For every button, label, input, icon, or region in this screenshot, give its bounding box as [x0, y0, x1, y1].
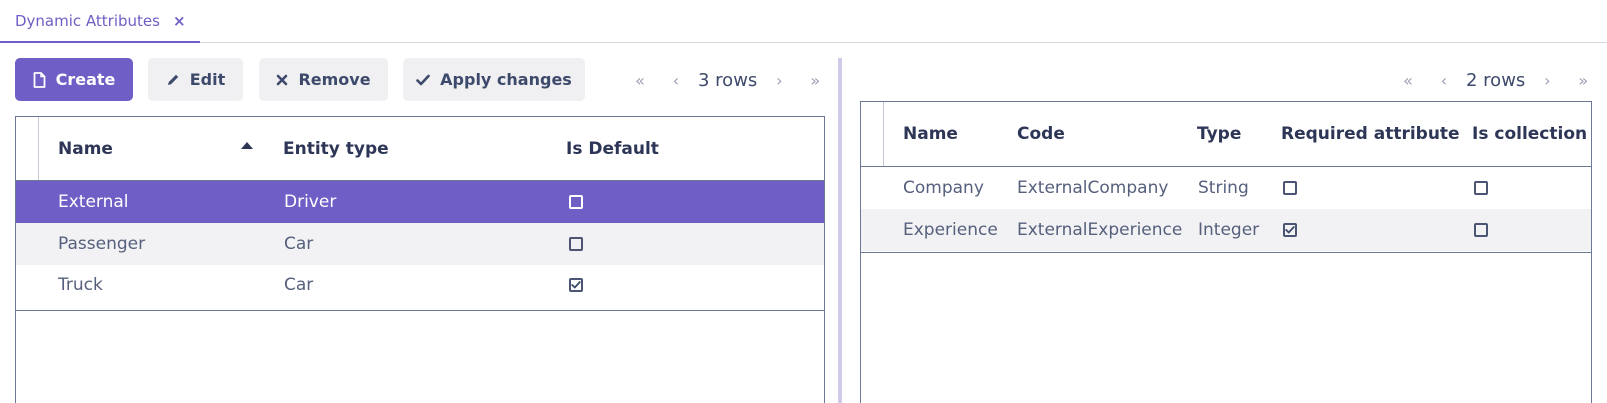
attributes-pager: « ‹ 2 rows › » — [1400, 66, 1591, 94]
remove-button-label: Remove — [298, 70, 371, 89]
apply-changes-button-label: Apply changes — [440, 70, 572, 89]
first-page-icon[interactable]: « — [632, 71, 648, 90]
is-default-checkbox-cell — [569, 181, 583, 223]
x-icon — [276, 74, 288, 86]
required-attribute-checkbox[interactable] — [1283, 223, 1297, 237]
prev-page-icon[interactable]: ‹ — [668, 71, 684, 90]
last-page-icon[interactable]: » — [1575, 71, 1591, 90]
is-collection-checkbox[interactable] — [1474, 181, 1488, 195]
categories-table: Name Entity type Is Default External Driv… — [15, 116, 825, 403]
sort-ascending-icon[interactable] — [241, 142, 253, 149]
type-cell: Integer — [1198, 220, 1260, 240]
column-header-code[interactable]: Code — [1017, 102, 1065, 166]
table-row[interactable]: Truck Car — [16, 264, 824, 306]
code-cell: ExternalCompany — [1017, 178, 1169, 198]
tab-label: Dynamic Attributes — [15, 11, 160, 30]
next-page-icon[interactable]: › — [1539, 71, 1555, 90]
is-collection-checkbox-cell — [1474, 209, 1488, 251]
categories-pager: « ‹ 3 rows › » — [632, 66, 823, 94]
selection-column-divider — [38, 117, 39, 180]
row-count: 2 rows — [1466, 69, 1526, 91]
table-row[interactable]: External Driver — [16, 181, 824, 223]
column-header-is-default[interactable]: Is Default — [566, 117, 659, 180]
file-icon — [33, 71, 46, 88]
required-attribute-checkbox[interactable] — [1283, 181, 1297, 195]
first-page-icon[interactable]: « — [1400, 71, 1416, 90]
column-header-entity-type[interactable]: Entity type — [283, 117, 389, 180]
is-default-checkbox-cell — [569, 264, 583, 306]
name-cell: Truck — [58, 275, 103, 295]
table-row[interactable]: Passenger Car — [16, 222, 824, 265]
code-cell: ExternalExperience — [1017, 220, 1183, 240]
column-header-is-collection[interactable]: Is collection — [1472, 102, 1587, 166]
name-cell: Passenger — [58, 233, 146, 254]
table-row[interactable]: Experience ExternalExperience Integer — [861, 209, 1591, 251]
is-default-checkbox[interactable] — [569, 236, 583, 251]
column-header-name[interactable]: Name — [903, 102, 958, 166]
pencil-icon — [166, 73, 180, 87]
row-count: 3 rows — [698, 69, 758, 91]
selection-column-divider — [883, 102, 884, 166]
is-collection-checkbox-cell — [1474, 167, 1488, 209]
name-cell: Experience — [903, 220, 998, 240]
table-rows-end-divider — [861, 252, 1591, 253]
split-panel-handle[interactable] — [838, 58, 842, 403]
is-default-checkbox[interactable] — [569, 195, 583, 209]
edit-button[interactable]: Edit — [148, 58, 243, 101]
entity-type-cell: Driver — [284, 192, 337, 212]
check-icon — [416, 74, 430, 86]
is-collection-checkbox[interactable] — [1474, 223, 1488, 237]
remove-button[interactable]: Remove — [259, 58, 388, 101]
column-header-type[interactable]: Type — [1197, 102, 1241, 166]
name-cell: Company — [903, 178, 984, 198]
last-page-icon[interactable]: » — [807, 71, 823, 90]
edit-button-label: Edit — [189, 70, 226, 89]
create-button-label: Create — [55, 70, 116, 89]
prev-page-icon[interactable]: ‹ — [1436, 71, 1452, 90]
required-attribute-checkbox-cell — [1283, 167, 1297, 209]
attributes-table: Name Code Type Required attribute Is col… — [860, 101, 1592, 403]
table-header: Name Entity type Is Default — [16, 117, 824, 181]
name-cell: External — [58, 192, 129, 212]
column-header-name[interactable]: Name — [58, 117, 113, 180]
required-attribute-checkbox-cell — [1283, 209, 1297, 251]
type-cell: String — [1198, 178, 1249, 198]
table-header: Name Code Type Required attribute Is col… — [861, 102, 1591, 167]
next-page-icon[interactable]: › — [771, 71, 787, 90]
column-header-required-attribute[interactable]: Required attribute — [1281, 102, 1460, 166]
apply-changes-button[interactable]: Apply changes — [403, 58, 585, 101]
close-icon[interactable]: × — [173, 12, 186, 30]
tab-bar: Dynamic Attributes × — [0, 0, 1607, 43]
create-button[interactable]: Create — [15, 58, 133, 101]
entity-type-cell: Car — [284, 275, 314, 295]
entity-type-cell: Car — [284, 233, 314, 254]
table-rows-end-divider — [16, 310, 824, 311]
is-default-checkbox[interactable] — [569, 278, 583, 292]
is-default-checkbox-cell — [569, 223, 583, 265]
table-row[interactable]: Company ExternalCompany String — [861, 167, 1591, 209]
tab-dynamic-attributes[interactable]: Dynamic Attributes × — [0, 0, 200, 43]
